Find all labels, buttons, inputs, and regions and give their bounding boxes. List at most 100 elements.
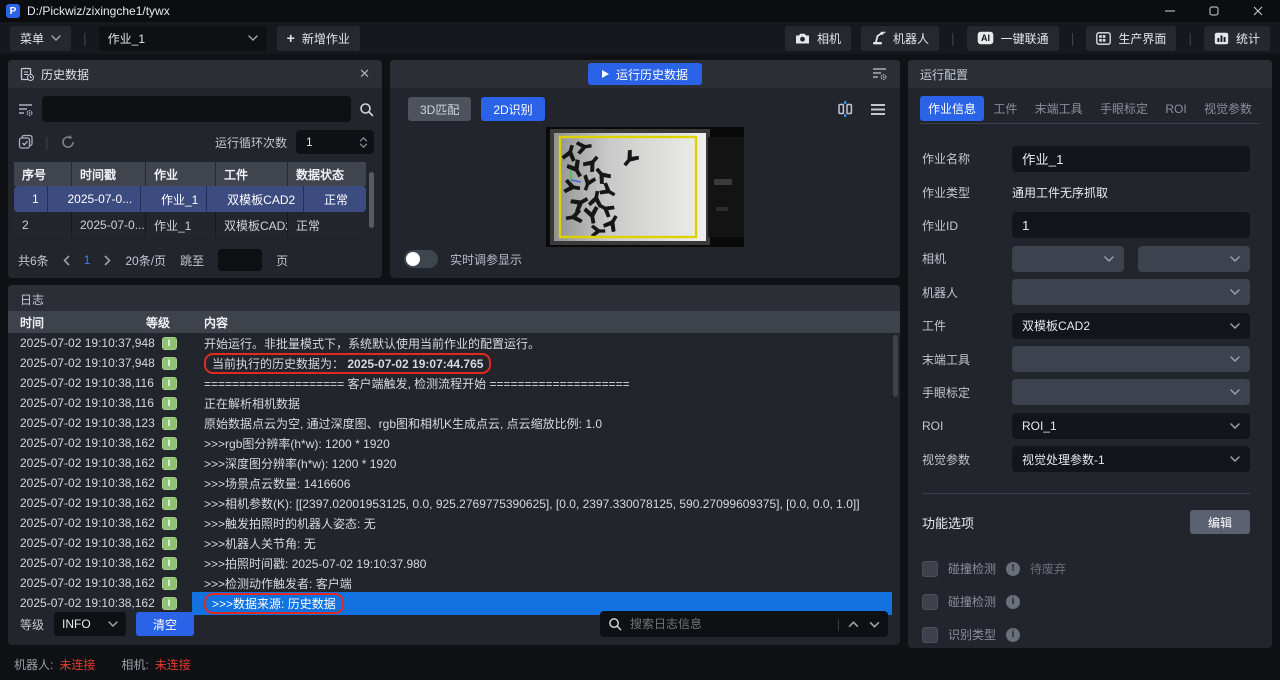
tab-末端工具[interactable]: 末端工具 xyxy=(1027,96,1091,121)
field-label: 手眼标定 xyxy=(922,384,1012,401)
log-level-badge: I xyxy=(162,557,177,570)
option-row: 碰撞检测!待废弃 xyxy=(922,552,1250,585)
menu-button-label: 菜单 xyxy=(20,30,44,47)
clear-log-button[interactable]: 清空 xyxy=(136,612,194,636)
log-search-box[interactable]: | xyxy=(600,611,888,637)
log-row[interactable]: 2025-07-02 19:10:38,162I>>>拍照时间戳: 2025-0… xyxy=(8,553,900,573)
log-row[interactable]: 2025-07-02 19:10:38,162I>>>rgb图分辨率(h*w):… xyxy=(8,433,900,453)
history-column-header: 作业 xyxy=(146,162,216,186)
log-row[interactable]: 2025-07-02 19:10:38,162I>>>检测动作触发者: 客户端 xyxy=(8,573,900,593)
search-next-icon[interactable] xyxy=(869,621,880,628)
close-icon[interactable]: ✕ xyxy=(359,66,370,82)
log-scrollbar[interactable] xyxy=(893,335,898,397)
run-history-data-button[interactable]: 运行历史数据 xyxy=(588,63,702,85)
field-select[interactable] xyxy=(1138,246,1250,272)
mode-3d-match-button[interactable]: 3D匹配 xyxy=(408,97,471,121)
robot-status-value: 未连接 xyxy=(59,656,95,673)
field-select[interactable]: 双模板CAD2 xyxy=(1012,313,1250,339)
log-row[interactable]: 2025-07-02 19:10:38,116I正在解析相机数据 xyxy=(8,393,900,413)
cycle-count-stepper[interactable]: 1 xyxy=(296,130,374,154)
prev-page-icon[interactable] xyxy=(63,255,70,266)
camera-image[interactable] xyxy=(546,127,744,247)
config-field-row: 机器人 xyxy=(922,276,1250,309)
checkbox[interactable] xyxy=(922,627,938,643)
minimize-button[interactable] xyxy=(1148,0,1192,22)
menubar: 菜单 | 作业_1 + 新增作业 相机机器人|AI一键联通|生产界面|统计 xyxy=(0,22,1280,54)
field-input[interactable] xyxy=(1012,146,1250,172)
checkbox[interactable] xyxy=(922,594,938,610)
log-search-input[interactable] xyxy=(630,617,829,631)
job-select-value: 作业_1 xyxy=(108,30,145,47)
log-time: 2025-07-02 19:10:38,162 xyxy=(8,436,146,450)
log-time: 2025-07-02 19:10:38,162 xyxy=(8,476,146,490)
log-content: 正在解析相机数据 xyxy=(192,395,900,412)
field-select[interactable] xyxy=(1012,346,1250,372)
log-row[interactable]: 2025-07-02 19:10:38,116I================… xyxy=(8,373,900,393)
tab-作业信息[interactable]: 作业信息 xyxy=(920,96,984,121)
history-table-row[interactable]: 22025-07-0...作业_1双模板CAD2正常 xyxy=(14,212,366,238)
tab-工件[interactable]: 工件 xyxy=(985,96,1025,121)
ai-button[interactable]: AI一键联通 xyxy=(967,26,1059,51)
log-row[interactable]: 2025-07-02 19:10:37,948I开始运行。非批量模式下，系统默认… xyxy=(8,333,900,353)
checkbox[interactable] xyxy=(922,561,938,577)
grid-button[interactable]: 生产界面 xyxy=(1086,26,1176,51)
next-page-icon[interactable] xyxy=(104,255,111,266)
stepper-up-icon[interactable] xyxy=(359,137,368,142)
search-prev-icon[interactable] xyxy=(848,621,859,628)
log-row[interactable]: 2025-07-02 19:10:38,162I>>>场景点云数量: 14166… xyxy=(8,473,900,493)
maximize-button[interactable] xyxy=(1192,0,1236,22)
log-row[interactable]: 2025-07-02 19:10:37,948I当前执行的历史数据为： 2025… xyxy=(8,353,900,373)
log-level-select[interactable]: INFO xyxy=(54,612,126,636)
refresh-icon[interactable] xyxy=(60,134,76,150)
pagination-page-suffix: 页 xyxy=(276,252,288,269)
stats-button[interactable]: 统计 xyxy=(1204,26,1270,51)
history-table-row[interactable]: 12025-07-0...作业_1双模板CAD2正常 xyxy=(14,186,366,212)
field-input[interactable] xyxy=(1012,212,1250,238)
pagination-current-page[interactable]: 1 xyxy=(84,253,91,267)
field-select[interactable] xyxy=(1012,379,1250,405)
edit-button[interactable]: 编辑 xyxy=(1190,510,1250,534)
filter-settings-icon[interactable] xyxy=(872,66,888,81)
field-select[interactable]: ROI_1 xyxy=(1012,413,1250,439)
config-field-row: ROIROI_1 xyxy=(922,409,1250,442)
edit-button-label: 编辑 xyxy=(1208,514,1232,531)
tab-ROI[interactable]: ROI xyxy=(1157,98,1194,120)
divider: | xyxy=(1071,30,1075,46)
mode-2d-recognition-button[interactable]: 2D识别 xyxy=(481,97,544,121)
log-row[interactable]: 2025-07-02 19:10:38,123I原始数据点云为空, 通过深度图、… xyxy=(8,413,900,433)
filter-settings-icon[interactable] xyxy=(18,102,34,117)
log-row[interactable]: 2025-07-02 19:10:38,162I>>>数据来源: 历史数据 xyxy=(8,593,900,613)
log-content: >>>rgb图分辨率(h*w): 1200 * 1920 xyxy=(192,435,900,452)
job-select[interactable]: 作业_1 xyxy=(99,26,267,51)
stepper-down-icon[interactable] xyxy=(359,143,368,148)
log-row[interactable]: 2025-07-02 19:10:38,162I>>>深度图分辨率(h*w): … xyxy=(8,453,900,473)
add-job-button[interactable]: + 新增作业 xyxy=(277,26,360,51)
close-button[interactable] xyxy=(1236,0,1280,22)
divider: | xyxy=(83,30,87,46)
history-table-scrollbar[interactable] xyxy=(369,172,374,228)
history-search-input[interactable] xyxy=(42,96,351,122)
realtime-param-toggle[interactable] xyxy=(404,250,438,268)
search-icon[interactable] xyxy=(359,102,374,117)
hamburger-menu-icon[interactable] xyxy=(870,103,886,116)
field-select[interactable] xyxy=(1012,246,1124,272)
log-time: 2025-07-02 19:10:38,162 xyxy=(8,496,146,510)
camera-button[interactable]: 相机 xyxy=(785,26,851,51)
tab-手眼标定[interactable]: 手眼标定 xyxy=(1092,96,1156,121)
fit-compare-icon[interactable] xyxy=(836,100,854,118)
multi-select-icon[interactable] xyxy=(18,134,34,150)
mode-2d-label: 2D识别 xyxy=(493,101,532,118)
log-content: >>>深度图分辨率(h*w): 1200 * 1920 xyxy=(192,455,900,472)
robot-button[interactable]: 机器人 xyxy=(861,26,939,51)
pagination-jump-input[interactable] xyxy=(218,249,262,271)
log-row[interactable]: 2025-07-02 19:10:38,162I>>>相机参数(K): [[23… xyxy=(8,493,900,513)
menu-button[interactable]: 菜单 xyxy=(10,26,71,51)
log-row[interactable]: 2025-07-02 19:10:38,162I>>>触发拍照时的机器人姿态: … xyxy=(8,513,900,533)
log-header-time: 时间 xyxy=(8,314,146,331)
field-select[interactable] xyxy=(1012,279,1250,305)
log-row[interactable]: 2025-07-02 19:10:38,162I>>>机器人关节角: 无 xyxy=(8,533,900,553)
camera-icon xyxy=(795,32,810,45)
pagination-page-size[interactable]: 20条/页 xyxy=(125,252,166,269)
tab-视觉参数[interactable]: 视觉参数 xyxy=(1196,96,1260,121)
field-select[interactable]: 视觉处理参数-1 xyxy=(1012,446,1250,472)
